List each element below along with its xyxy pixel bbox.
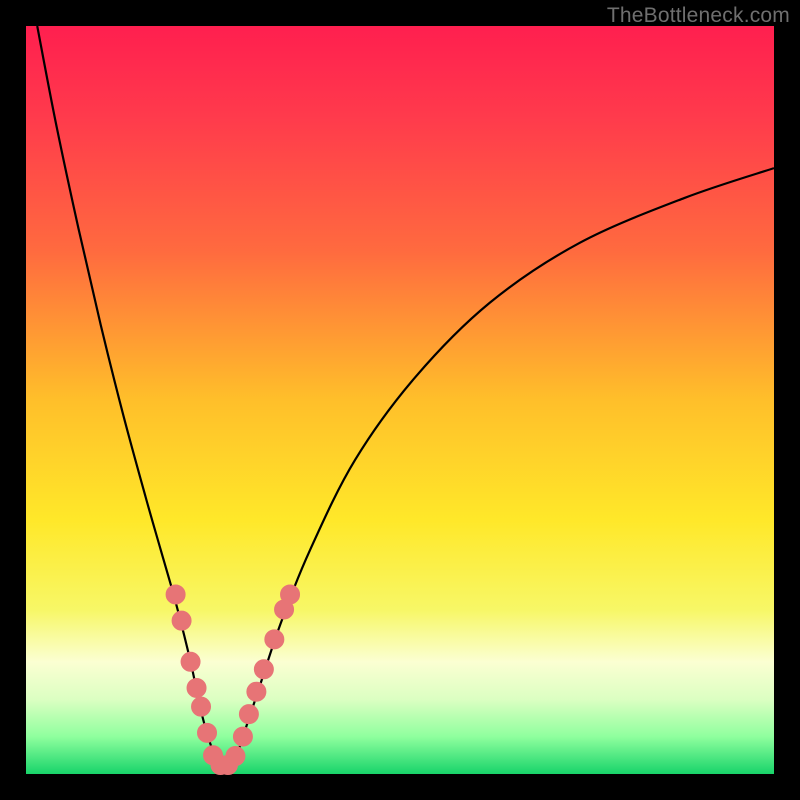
bottleneck-chart: [0, 0, 800, 800]
marker-dot: [181, 652, 200, 671]
marker-dot: [247, 682, 266, 701]
marker-dot: [187, 678, 206, 697]
marker-dot: [233, 727, 252, 746]
marker-dot: [281, 585, 300, 604]
marker-dot: [265, 630, 284, 649]
marker-dot: [254, 660, 273, 679]
marker-dot: [239, 705, 258, 724]
marker-dot: [198, 723, 217, 742]
marker-dot: [166, 585, 185, 604]
marker-dot: [172, 611, 191, 630]
plot-background: [26, 26, 774, 774]
outer-frame: TheBottleneck.com: [0, 0, 800, 800]
marker-dot: [226, 747, 245, 766]
marker-dot: [192, 697, 211, 716]
